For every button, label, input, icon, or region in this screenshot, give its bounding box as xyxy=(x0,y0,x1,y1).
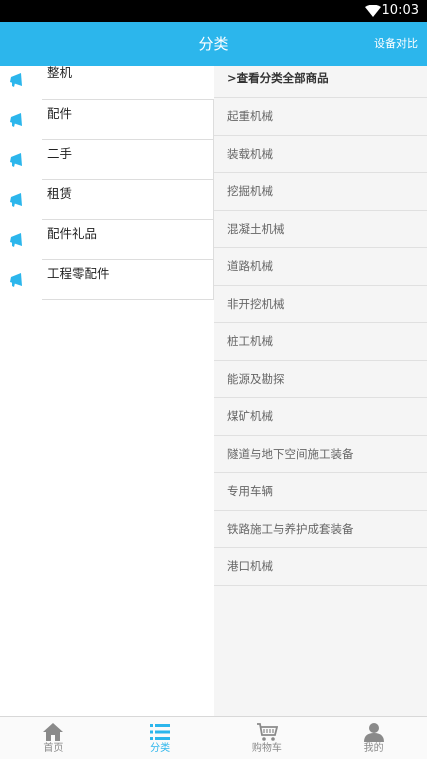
tab-home[interactable]: 首页 xyxy=(0,717,107,759)
subcategory-item[interactable]: 港口机械 xyxy=(214,548,427,586)
category-label: 配件礼品 xyxy=(42,220,214,260)
tab-cart-label: 购物车 xyxy=(251,743,282,754)
megaphone-icon xyxy=(8,192,24,208)
megaphone-icon xyxy=(8,72,24,88)
category-label: 二手 xyxy=(42,140,214,180)
status-time: 10:03 xyxy=(381,3,419,18)
category-label: 配件 xyxy=(42,100,214,140)
subcategory-item[interactable]: 隧道与地下空间施工装备 xyxy=(214,436,427,473)
category-label: 整机 xyxy=(42,60,214,100)
subcategory-item[interactable]: 道路机械 xyxy=(214,248,427,286)
subcategory-item[interactable]: 铁路施工与养护成套装备 xyxy=(214,511,427,548)
subcategory-item[interactable]: 挖掘机械 xyxy=(214,173,427,211)
category-item[interactable]: 整机 xyxy=(0,60,214,100)
subcategory-item[interactable]: 装载机械 xyxy=(214,136,427,173)
cart-icon xyxy=(256,723,278,741)
megaphone-icon xyxy=(8,232,24,248)
subcategory-item[interactable]: 能源及勘探 xyxy=(214,361,427,398)
tab-cart[interactable]: 购物车 xyxy=(214,717,321,759)
megaphone-icon xyxy=(8,272,24,288)
megaphone-icon xyxy=(8,152,24,168)
category-list: 整机 配件 二手 租赁 配件礼品 工程零配件 xyxy=(0,65,214,716)
view-all-link[interactable]: >查看分类全部商品 xyxy=(214,66,427,98)
status-bar: 10:03 xyxy=(0,0,427,22)
category-item[interactable]: 租赁 xyxy=(0,180,214,220)
tab-category-label: 分类 xyxy=(150,743,171,754)
category-item[interactable]: 配件 xyxy=(0,100,214,140)
category-item[interactable]: 配件礼品 xyxy=(0,220,214,260)
subcategory-item[interactable]: 混凝土机械 xyxy=(214,211,427,248)
category-item[interactable]: 二手 xyxy=(0,140,214,180)
category-label: 租赁 xyxy=(42,180,214,220)
subcategory-item[interactable]: 专用车辆 xyxy=(214,473,427,511)
category-label: 工程零配件 xyxy=(42,260,214,300)
bottom-tab-bar: 首页 分类 购物车 我的 xyxy=(0,716,427,759)
subcategory-item[interactable]: 非开挖机械 xyxy=(214,286,427,323)
tab-category[interactable]: 分类 xyxy=(107,717,214,759)
subcategory-item[interactable]: 桩工机械 xyxy=(214,323,427,361)
list-icon xyxy=(150,724,171,740)
user-icon xyxy=(363,723,384,742)
home-icon xyxy=(43,723,64,741)
tab-mine[interactable]: 我的 xyxy=(320,717,427,759)
category-item[interactable]: 工程零配件 xyxy=(0,260,214,300)
wifi-icon xyxy=(365,5,381,17)
subcategory-item[interactable]: 起重机械 xyxy=(214,98,427,136)
subcategory-item[interactable]: 煤矿机械 xyxy=(214,398,427,436)
subcategory-list: >查看分类全部商品 起重机械 装载机械 挖掘机械 混凝土机械 道路机械 非开挖机械 桩工机械能… xyxy=(214,66,427,716)
tab-home-label: 首页 xyxy=(43,743,64,754)
tab-mine-label: 我的 xyxy=(363,743,384,754)
megaphone-icon xyxy=(8,112,24,128)
device-compare-button[interactable]: 设备对比 xyxy=(374,22,418,66)
